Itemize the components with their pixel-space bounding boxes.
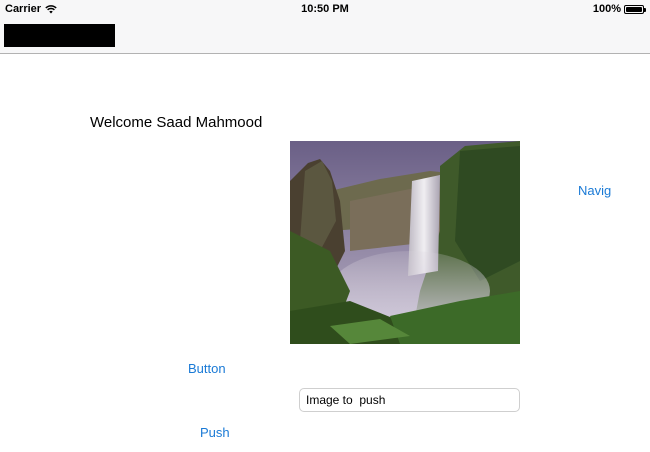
welcome-label: Welcome Saad Mahmood [90, 114, 263, 131]
battery-indicator: 100% [592, 3, 646, 15]
redacted-title-block [4, 24, 115, 47]
navigation-bar: Carrier 10:50 PM 100% [0, 0, 650, 54]
button-button[interactable]: Button [188, 361, 226, 376]
battery-icon [624, 4, 646, 14]
status-bar: Carrier 10:50 PM 100% [0, 0, 650, 18]
push-button[interactable]: Push [200, 425, 230, 440]
battery-percent: 100% [592, 3, 621, 15]
image-name-field[interactable] [299, 388, 520, 412]
navig-button[interactable]: Navig [578, 183, 611, 198]
waterfall-image [290, 141, 520, 344]
status-time: 10:50 PM [301, 3, 349, 15]
app-screen: Carrier 10:50 PM 100% Welcome Saad Mahmo… [0, 0, 650, 452]
battery-fill [626, 6, 642, 12]
